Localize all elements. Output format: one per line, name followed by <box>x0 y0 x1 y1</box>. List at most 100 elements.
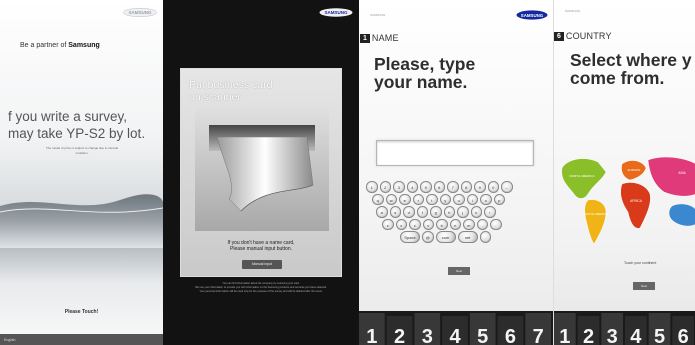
key[interactable]: p <box>493 193 505 205</box>
progress-digit: 5 <box>477 326 488 345</box>
key[interactable]: 9 <box>474 181 486 193</box>
question-title: Select where y come from. <box>570 50 692 88</box>
progress-digit: 2 <box>583 326 594 345</box>
progress-digits: 1234567 <box>359 311 553 345</box>
key[interactable]: u <box>453 193 465 205</box>
onscreen-keyboard: 1 2 3 4 5 6 7 8 9 0 ← q w e r t y u i o p a s d f g h j k l z x c v b n m,. S… <box>366 181 546 244</box>
progress-digit: 3 <box>607 326 618 345</box>
key[interactable]: 8 <box>460 181 472 193</box>
key[interactable]: . <box>479 231 491 243</box>
manual-input-button[interactable]: Manual input <box>242 260 282 269</box>
samsung-logo: SAMSUNG <box>123 8 157 17</box>
progress-digit: 5 <box>654 326 665 345</box>
samsung-logo: SAMSUNG <box>319 8 353 17</box>
key[interactable]: c <box>409 218 421 230</box>
key[interactable]: ← <box>501 181 513 193</box>
svg-text:SAMSUNG: SAMSUNG <box>324 10 348 15</box>
progress-digit: 6 <box>678 326 689 345</box>
key[interactable]: @ <box>422 231 434 243</box>
promo-headline: f you write a survey, may take YP-S2 by … <box>8 109 146 141</box>
progress-digit: 4 <box>449 326 461 345</box>
key[interactable]: Space <box>400 231 420 243</box>
continent-south-america[interactable]: SOUTH AMERICA <box>584 199 609 245</box>
key[interactable]: , <box>476 218 488 230</box>
key[interactable]: e <box>399 193 411 205</box>
key[interactable]: 4 <box>406 181 418 193</box>
key[interactable]: l <box>484 206 496 218</box>
key[interactable]: d <box>403 206 415 218</box>
touch-continent-prompt: Touch your continent <box>624 261 657 265</box>
svg-text:SOUTH AMERICA: SOUTH AMERICA <box>584 212 609 216</box>
key[interactable]: k <box>470 206 482 218</box>
key[interactable]: m <box>463 218 475 230</box>
world-map[interactable]: NORTH AMERICA SOUTH AMERICA EUROPE AFRIC… <box>554 150 695 250</box>
step-label: COUNTRY <box>565 31 612 41</box>
progress-digit: 1 <box>366 326 377 345</box>
key[interactable]: 0 <box>487 181 499 193</box>
key[interactable]: b <box>436 218 448 230</box>
key[interactable]: v <box>422 218 434 230</box>
next-button[interactable]: Next <box>633 282 655 290</box>
country-select-screen: SAMSUNG 6 COUNTRY Select where y come fr… <box>553 0 695 345</box>
scan-card-screen: SAMSUNG Put business card on scanner If … <box>163 0 359 345</box>
svg-text:ASIA: ASIA <box>678 171 686 175</box>
key[interactable]: f <box>416 206 428 218</box>
keyboard-row: 1 2 3 4 5 6 7 8 9 0 ← <box>366 181 546 193</box>
continent-africa[interactable]: AFRICA <box>620 182 651 229</box>
key[interactable]: 2 <box>379 181 391 193</box>
fine-print: The model of prize is subject to change … <box>45 146 119 155</box>
progress-digit: 2 <box>394 326 405 345</box>
progress-digit: 7 <box>533 326 544 345</box>
step-label: NAME <box>371 33 399 43</box>
key[interactable]: i <box>466 193 478 205</box>
legal-text: You can find information about the compa… <box>195 282 327 293</box>
key[interactable]: a <box>376 206 388 218</box>
samsung-logo: SAMSUNG <box>516 10 548 20</box>
key[interactable]: 1 <box>366 181 378 193</box>
continent-oceania[interactable] <box>668 203 695 227</box>
header-brand: SAMSUNG <box>370 13 386 17</box>
progress-digits: 123456 <box>554 311 695 345</box>
no-card-message: If you don't have a name card, Please ma… <box>227 240 295 252</box>
progress-digit: 3 <box>422 326 433 345</box>
key[interactable]: z <box>382 218 394 230</box>
progress-digit: 4 <box>630 326 642 345</box>
key[interactable]: w <box>385 193 397 205</box>
header-brand: SAMSUNG <box>565 9 581 13</box>
key[interactable]: t <box>426 193 438 205</box>
name-input[interactable] <box>376 140 534 166</box>
next-button[interactable]: Next <box>448 267 470 275</box>
svg-text:SAMSUNG: SAMSUNG <box>128 10 152 15</box>
continent-asia[interactable]: ASIA <box>647 156 695 197</box>
key[interactable]: o <box>480 193 492 205</box>
touch-prompt[interactable]: Please Touch! <box>0 309 163 315</box>
continent-north-america[interactable]: NORTH AMERICA <box>561 158 607 199</box>
key[interactable]: 3 <box>393 181 405 193</box>
key[interactable]: com <box>435 231 456 243</box>
keyboard-row: qwertyuiop <box>366 193 546 205</box>
key[interactable]: x <box>395 218 407 230</box>
key[interactable]: y <box>439 193 451 205</box>
key[interactable]: . <box>490 218 502 230</box>
keyboard-row: asdfghjkl <box>366 206 546 218</box>
continent-europe[interactable]: EUROPE <box>621 160 647 181</box>
key[interactable]: q <box>372 193 384 205</box>
language-bar[interactable]: English <box>0 334 163 345</box>
scan-title: Put business card on scanner <box>189 79 273 103</box>
svg-text:AFRICA: AFRICA <box>630 199 643 203</box>
key[interactable]: 7 <box>447 181 459 193</box>
wave-graphic <box>0 194 163 248</box>
key[interactable]: h <box>443 206 455 218</box>
key[interactable]: g <box>430 206 442 218</box>
key[interactable]: s <box>389 206 401 218</box>
key[interactable]: 5 <box>420 181 432 193</box>
key[interactable]: n <box>449 218 461 230</box>
progress-digit: 1 <box>559 326 570 345</box>
key[interactable]: j <box>457 206 469 218</box>
key[interactable]: net <box>457 231 478 243</box>
question-title: Please, type your name. <box>374 54 476 92</box>
key[interactable]: 6 <box>433 181 445 193</box>
step-number: 1 <box>360 33 370 43</box>
key[interactable]: r <box>412 193 424 205</box>
welcome-screen[interactable]: SAMSUNG Be a partner of Samsung f you wr… <box>0 0 163 345</box>
